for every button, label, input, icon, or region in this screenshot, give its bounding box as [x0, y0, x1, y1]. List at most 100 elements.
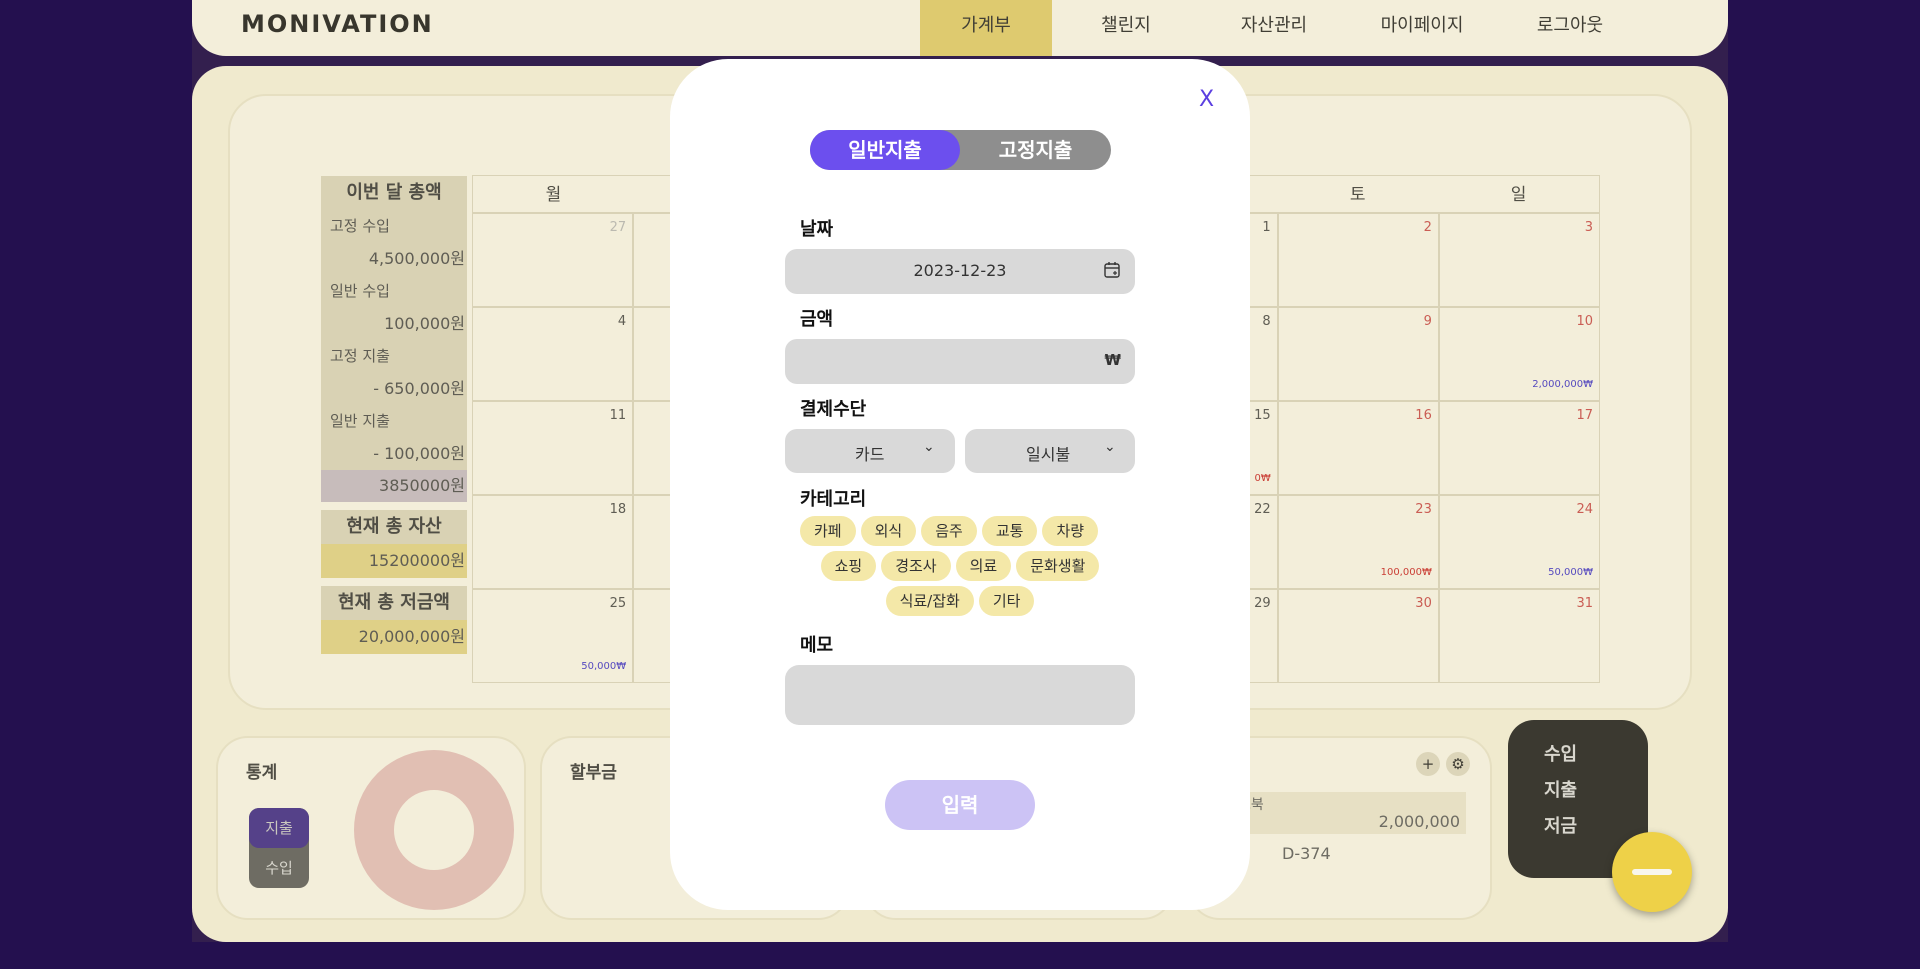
category-chip-drinks[interactable]: 음주: [921, 516, 977, 546]
category-chip-groceries[interactable]: 식료/잡화: [885, 586, 974, 616]
calendar-day-amount: 2,000,000₩: [1532, 379, 1593, 390]
summary-title: 이번 달 총액: [321, 176, 467, 210]
calendar-day-cell[interactable]: 4: [472, 307, 634, 401]
payment-method-select[interactable]: 카드 ⌄: [785, 429, 955, 473]
weekday-mon: 월: [545, 185, 562, 205]
calendar-day-number: 25: [609, 596, 627, 611]
add-expense-modal: X 일반지출 고정지출 날짜 2023-12-23 금액 ₩ 결제수단 카드 ⌄…: [670, 59, 1250, 910]
weekday-sun: 일: [1510, 185, 1527, 205]
calendar-day-number: 8: [1262, 314, 1271, 329]
category-chip-medical[interactable]: 의료: [955, 551, 1012, 581]
calendar-day-number: 1: [1262, 220, 1271, 235]
minus-icon: [1632, 869, 1672, 875]
gear-icon: ⚙: [1451, 755, 1465, 773]
installment-select[interactable]: 일시불 ⌄: [965, 429, 1135, 473]
calendar-day-number: 9: [1423, 314, 1432, 329]
category-chip-events[interactable]: 경조사: [881, 551, 951, 581]
calendar-day-cell[interactable]: 30: [1277, 589, 1439, 683]
savings-settings-button[interactable]: ⚙: [1446, 752, 1470, 776]
total-assets-title: 현재 총 자산: [321, 510, 467, 544]
toggle-income[interactable]: 수입: [249, 848, 309, 888]
stats-title: 통계: [246, 763, 278, 783]
app-logo[interactable]: MONIVATION: [241, 10, 434, 38]
calendar-day-number: 24: [1576, 502, 1593, 517]
category-chip-shopping[interactable]: 쇼핑: [820, 551, 877, 581]
date-field[interactable]: 2023-12-23: [785, 249, 1135, 294]
calendar-day-cell[interactable]: 27: [472, 213, 634, 307]
weekday-sat: 토: [1349, 185, 1366, 205]
calendar-day-number: 27: [609, 220, 627, 235]
general-income-label: 일반 수입: [321, 275, 467, 307]
calendar-day-cell[interactable]: 17: [1438, 401, 1600, 495]
calendar-day-cell[interactable]: 18: [472, 495, 634, 589]
add-saving-button[interactable]: +: [1416, 752, 1440, 776]
quick-add-expense[interactable]: 지출: [1544, 776, 1577, 802]
calendar-day-amount: 50,000₩: [1548, 567, 1593, 578]
quick-add-income[interactable]: 수입: [1544, 740, 1577, 766]
calendar-day-number: 2: [1423, 220, 1432, 235]
nav-item-mypage[interactable]: 마이페이지: [1348, 0, 1496, 56]
category-chip-transport[interactable]: 교통: [981, 516, 1038, 546]
calendar-day-cell[interactable]: 16: [1277, 401, 1439, 495]
nav-item-logout[interactable]: 로그아웃: [1496, 0, 1644, 56]
fab-toggle-button[interactable]: [1612, 832, 1692, 912]
nav-item-challenge[interactable]: 챌린지: [1052, 0, 1200, 56]
amount-input[interactable]: ₩: [785, 339, 1135, 384]
toggle-expense[interactable]: 지출: [249, 808, 309, 848]
calendar-day-cell[interactable]: 3: [1438, 213, 1600, 307]
calendar-day-cell[interactable]: 24 50,000₩: [1438, 495, 1600, 589]
saving-goal-amount: 2,000,000: [1378, 812, 1460, 831]
category-chip-dining[interactable]: 외식: [860, 516, 917, 546]
calendar-day-number: 15: [1254, 408, 1271, 423]
nav-item-asset-management[interactable]: 자산관리: [1200, 0, 1348, 56]
close-icon[interactable]: X: [1199, 87, 1214, 112]
calendar-day-amount: 100,000₩: [1380, 567, 1432, 578]
calendar-day-number: 18: [609, 502, 627, 517]
calendar-day-cell[interactable]: 31: [1438, 589, 1600, 683]
calendar-day-cell[interactable]: 25 50,000₩: [472, 589, 634, 683]
calendar-day-cell[interactable]: 23 100,000₩: [1277, 495, 1439, 589]
general-expense-label: 일반 지출: [321, 405, 467, 437]
total-savings-value: 20,000,000원: [321, 620, 467, 654]
category-chip-vehicle[interactable]: 차량: [1042, 516, 1099, 546]
general-expense-value: - 100,000원: [321, 437, 467, 470]
installment-title: 할부금: [570, 763, 617, 783]
calendar-day-cell[interactable]: 2: [1277, 213, 1439, 307]
tab-fixed-expense[interactable]: 고정지출: [960, 130, 1111, 170]
calendar-day-cell[interactable]: 11: [472, 401, 634, 495]
main-nav: 가계부 챌린지 자산관리 마이페이지 로그아웃: [920, 0, 1644, 56]
payment-label: 결제수단: [800, 399, 867, 420]
nav-item-household-ledger[interactable]: 가계부: [920, 0, 1052, 56]
calendar-day-number: 29: [1254, 596, 1271, 611]
total-savings-title: 현재 총 저금액: [321, 586, 467, 620]
calendar-day-amount: 0₩: [1254, 473, 1271, 484]
fixed-expense-label: 고정 지출: [321, 340, 467, 372]
tab-general-expense[interactable]: 일반지출: [810, 130, 960, 170]
date-value: 2023-12-23: [913, 261, 1007, 280]
quick-add-savings[interactable]: 저금: [1544, 812, 1577, 838]
calendar-icon[interactable]: [1103, 261, 1121, 283]
calendar-day-number: 16: [1415, 408, 1432, 423]
category-chip-culture[interactable]: 문화생활: [1016, 551, 1100, 581]
category-chip-other[interactable]: 기타: [978, 586, 1035, 616]
memo-input[interactable]: [785, 665, 1135, 725]
payment-method-value: 카드: [855, 445, 885, 464]
chevron-down-icon: ⌄: [1104, 439, 1116, 455]
stats-donut-chart: [354, 750, 514, 910]
stats-card: 통계 지출 수입: [216, 736, 526, 920]
calendar-day-amount: 50,000₩: [581, 661, 627, 672]
won-icon: ₩: [1104, 351, 1121, 369]
expense-type-switch: 일반지출 고정지출: [810, 130, 1111, 170]
category-chip-cafe[interactable]: 카페: [800, 516, 856, 546]
saving-goal-row[interactable]: 토북 2,000,000: [1234, 792, 1466, 834]
general-income-value: 100,000원: [321, 307, 467, 340]
calendar-day-number: 11: [609, 408, 627, 423]
installment-value: 일시불: [1026, 445, 1071, 464]
calendar-day-number: 17: [1576, 408, 1593, 423]
calendar-day-cell[interactable]: 9: [1277, 307, 1439, 401]
category-chip-list: 카페 외식 음주 교통 차량 쇼핑 경조사 의료 문화생활 식료/잡화 기타: [785, 516, 1135, 621]
calendar-day-number: 10: [1576, 314, 1593, 329]
calendar-day-cell[interactable]: 10 2,000,000₩: [1438, 307, 1600, 401]
submit-button[interactable]: 입력: [885, 780, 1035, 830]
date-label: 날짜: [800, 219, 834, 240]
